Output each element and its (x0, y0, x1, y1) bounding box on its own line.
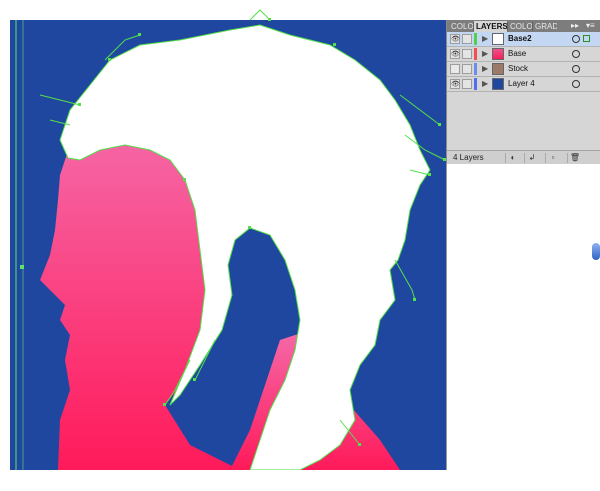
layer-color-swatch (474, 63, 477, 75)
expand-arrow-icon[interactable]: ▶ (482, 48, 488, 60)
target-circle-icon[interactable] (572, 35, 580, 43)
create-layer-icon[interactable]: ▫ (545, 153, 560, 163)
layer-row-layer4[interactable]: 👁 ▶ Layer 4 (447, 77, 600, 92)
anchor-point (20, 265, 24, 269)
lock-toggle[interactable] (462, 64, 472, 74)
expand-arrow-icon[interactable]: ▶ (482, 78, 488, 90)
layer-thumbnail (492, 48, 504, 60)
canvas-right-region (446, 164, 600, 470)
visibility-eye-icon[interactable]: 👁 (450, 79, 460, 89)
panel-menu-icon[interactable]: ▾≡ (586, 20, 595, 32)
create-sublayer-icon[interactable]: ↲ (524, 153, 539, 163)
target-circle-icon[interactable] (572, 50, 580, 58)
layer-color-swatch (474, 78, 477, 90)
target-circle-icon[interactable] (572, 65, 580, 73)
tab-gradient[interactable]: GRAD (533, 21, 557, 32)
layer-row-base2[interactable]: 👁 ▶ Base2 (447, 32, 600, 47)
lock-toggle[interactable] (462, 79, 472, 89)
tab-layers[interactable]: LAYERS (474, 21, 507, 32)
expand-arrow-icon[interactable]: ▶ (482, 33, 488, 45)
layer-thumbnail (492, 63, 504, 75)
expand-arrow-icon[interactable]: ▶ (482, 63, 488, 75)
layer-name[interactable]: Layer 4 (508, 77, 535, 91)
layer-thumbnail (492, 78, 504, 90)
layers-panel: COLO LAYERS COLO GRAD ▸▸ ▾≡ 👁 ▶ Base2 👁 … (446, 20, 600, 164)
layer-thumbnail (492, 33, 504, 45)
layers-panel-footer: 4 Layers ◐ ↲ ▫ 🗑 (447, 150, 600, 164)
layer-row-base[interactable]: 👁 ▶ Base (447, 47, 600, 62)
layer-name[interactable]: Stock (508, 62, 528, 76)
collapse-icon[interactable]: ▸▸ (571, 20, 579, 32)
layer-count: 4 Layers (453, 153, 484, 162)
visibility-eye-icon[interactable]: 👁 (450, 34, 460, 44)
delete-layer-icon[interactable]: 🗑 (567, 153, 582, 163)
layer-color-swatch (474, 48, 477, 60)
tab-color-guide[interactable]: COLO (508, 21, 532, 32)
target-circle-icon[interactable] (572, 80, 580, 88)
lock-toggle[interactable] (462, 34, 472, 44)
layer-name[interactable]: Base2 (508, 32, 532, 46)
tab-color[interactable]: COLO (449, 21, 473, 32)
visibility-eye-icon[interactable]: 👁 (450, 49, 460, 59)
visibility-empty-box[interactable] (450, 64, 460, 74)
selection-indicator[interactable] (583, 35, 590, 42)
layer-color-swatch (474, 33, 477, 45)
scrollbar-knob[interactable] (592, 243, 600, 260)
layer-row-stock[interactable]: ▶ Stock (447, 62, 600, 77)
lock-toggle[interactable] (462, 49, 472, 59)
canvas-bottom-margin (0, 470, 600, 491)
panel-tab-bar: COLO LAYERS COLO GRAD ▸▸ ▾≡ (447, 20, 600, 32)
make-clipping-mask-icon[interactable]: ◐ (505, 153, 520, 163)
layer-name[interactable]: Base (508, 47, 526, 61)
